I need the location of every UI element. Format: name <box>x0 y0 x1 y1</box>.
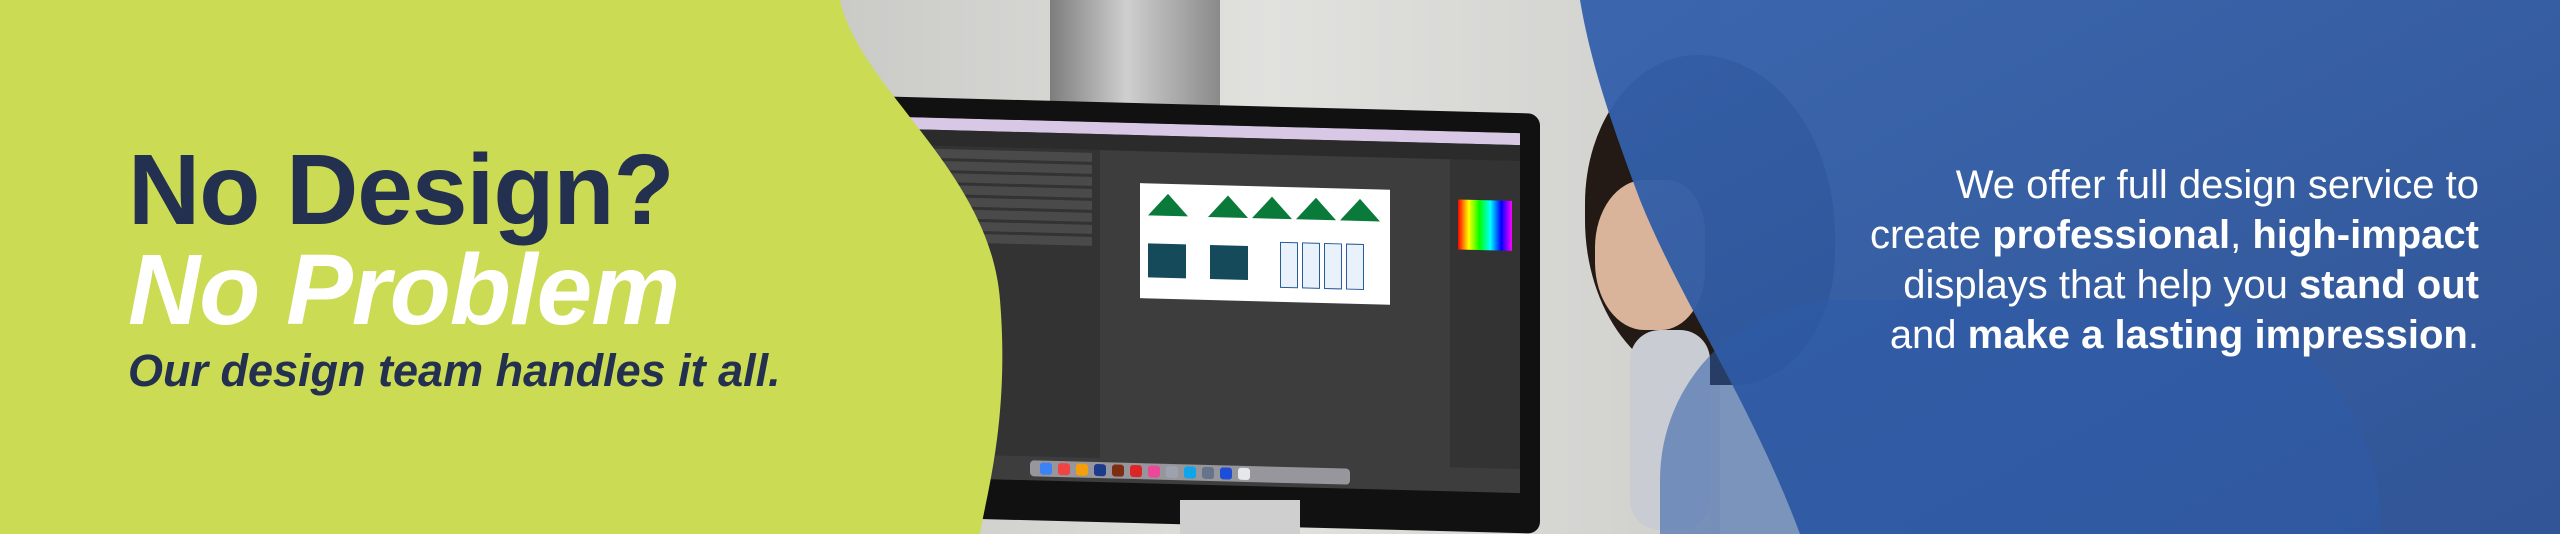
headline-line1: No Design? <box>128 134 675 246</box>
service-description: We offer full design service to create p… <box>1579 160 2479 360</box>
desc-text: create <box>1869 213 1993 257</box>
desc-bold: professional <box>1992 213 2231 257</box>
tent-mockup <box>1148 193 1188 217</box>
headline-line2: No Problem <box>128 234 680 346</box>
banner-mockup <box>1280 241 1298 289</box>
banner-mockup <box>1302 242 1320 289</box>
app-icon <box>1076 463 1088 476</box>
table-cover-mockup <box>1148 243 1186 279</box>
banner-mockup <box>1346 243 1364 291</box>
subheadline: Our design team handles it all. <box>128 345 781 396</box>
desc-text: , <box>2230 213 2253 257</box>
app-icon <box>1166 465 1178 479</box>
table-cover-mockup <box>1210 245 1248 280</box>
desc-bold: high-impact <box>2252 213 2479 257</box>
app-icon <box>1094 463 1106 477</box>
tent-mockup <box>1340 198 1380 222</box>
tent-mockup <box>1296 197 1336 221</box>
desc-bold: make a lasting impression <box>1967 313 2468 357</box>
app-icon <box>1148 465 1160 478</box>
desc-text: and <box>1889 313 1968 357</box>
app-icon <box>1184 466 1196 479</box>
dock <box>1030 460 1350 485</box>
tent-mockup <box>1208 194 1248 218</box>
artboard <box>1140 183 1390 305</box>
monitor-stand <box>1180 500 1300 534</box>
app-icon <box>1238 467 1250 481</box>
desc-bold: stand out <box>2299 263 2479 307</box>
tent-mockup <box>1252 196 1292 220</box>
app-icon <box>1130 464 1142 478</box>
app-icon <box>1220 467 1232 480</box>
banner-mockup <box>1324 242 1342 290</box>
desc-text: . <box>2467 313 2479 357</box>
app-icon <box>1112 464 1124 477</box>
promo-banner: No Design? No Problem Our design team ha… <box>0 0 2560 534</box>
desc-text: displays that help you <box>1903 263 2300 307</box>
app-icon <box>1202 466 1214 480</box>
desc-text: We offer full design service to <box>1955 163 2479 207</box>
